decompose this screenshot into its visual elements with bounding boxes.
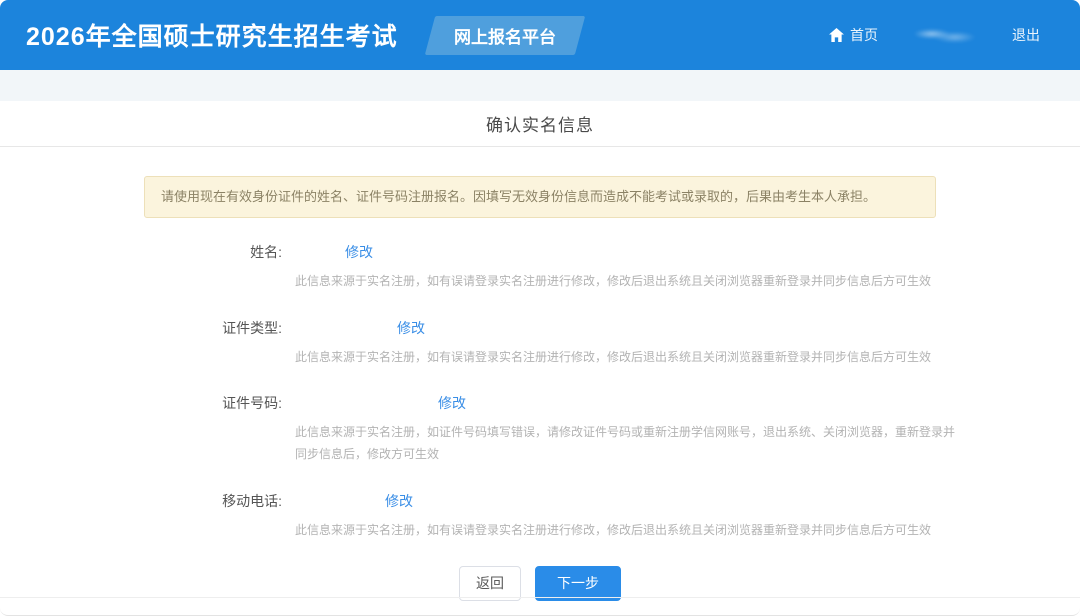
id-type-modify-link[interactable]: 修改 (397, 318, 425, 338)
field-group-name: 姓名: 修改 此信息来源于实名注册，如有误请登录实名注册进行修改，修改后退出系统… (0, 242, 1080, 293)
field-group-mobile: 移动电话: 修改 此信息来源于实名注册，如有误请登录实名注册进行修改，修改后退出… (0, 491, 1080, 542)
nav-home[interactable]: 首页 (829, 25, 878, 45)
nav-logout-label: 退出 (1012, 25, 1040, 45)
username-blurred[interactable] (912, 24, 978, 46)
site-title: 2026年全国硕士研究生招生考试 (26, 17, 398, 53)
mobile-modify-link[interactable]: 修改 (385, 491, 413, 511)
id-number-modify-link[interactable]: 修改 (438, 393, 466, 413)
action-buttons: 返回 下一步 (0, 566, 1080, 601)
main-content: 请使用现在有效身份证件的姓名、证件号码注册报名。因填写无效身份信息而造成不能考试… (0, 147, 1080, 601)
field-group-id-number: 证件号码: 修改 此信息来源于实名注册，如证件号码填写错误，请修改证件号码或重新… (0, 393, 1080, 465)
id-number-label: 证件号码: (0, 393, 282, 413)
notice-box: 请使用现在有效身份证件的姓名、证件号码注册报名。因填写无效身份信息而造成不能考试… (144, 176, 936, 218)
bottom-divider (0, 597, 1080, 598)
mobile-help-text: 此信息来源于实名注册，如有误请登录实名注册进行修改，修改后退出系统且关闭浏览器重… (295, 520, 957, 542)
id-type-label: 证件类型: (0, 318, 282, 338)
name-modify-link[interactable]: 修改 (345, 242, 373, 262)
nav-home-label: 首页 (850, 25, 878, 45)
header-nav: 首页 退出 (829, 24, 1054, 46)
nav-logout[interactable]: 退出 (1012, 25, 1040, 45)
realname-form: 姓名: 修改 此信息来源于实名注册，如有误请登录实名注册进行修改，修改后退出系统… (0, 242, 1080, 541)
back-button[interactable]: 返回 (459, 566, 521, 601)
page-title-bar: 确认实名信息 (0, 101, 1080, 147)
app-window: 2026年全国硕士研究生招生考试 网上报名平台 首页 退出 确认实名信息 (0, 0, 1080, 616)
platform-badge-label: 网上报名平台 (454, 23, 556, 48)
home-icon (829, 28, 844, 42)
page-title: 确认实名信息 (486, 111, 594, 136)
platform-badge: 网上报名平台 (424, 16, 584, 55)
id-number-help-text: 此信息来源于实名注册，如证件号码填写错误，请修改证件号码或重新注册学信网账号，退… (295, 422, 957, 465)
next-step-button[interactable]: 下一步 (535, 566, 621, 601)
mobile-label: 移动电话: (0, 491, 282, 511)
id-type-help-text: 此信息来源于实名注册，如有误请登录实名注册进行修改，修改后退出系统且关闭浏览器重… (295, 347, 957, 369)
sub-band (0, 70, 1080, 101)
name-label: 姓名: (0, 242, 282, 262)
header: 2026年全国硕士研究生招生考试 网上报名平台 首页 退出 (0, 0, 1080, 70)
field-group-id-type: 证件类型: 修改 此信息来源于实名注册，如有误请登录实名注册进行修改，修改后退出… (0, 318, 1080, 369)
name-help-text: 此信息来源于实名注册，如有误请登录实名注册进行修改，修改后退出系统且关闭浏览器重… (295, 271, 957, 293)
